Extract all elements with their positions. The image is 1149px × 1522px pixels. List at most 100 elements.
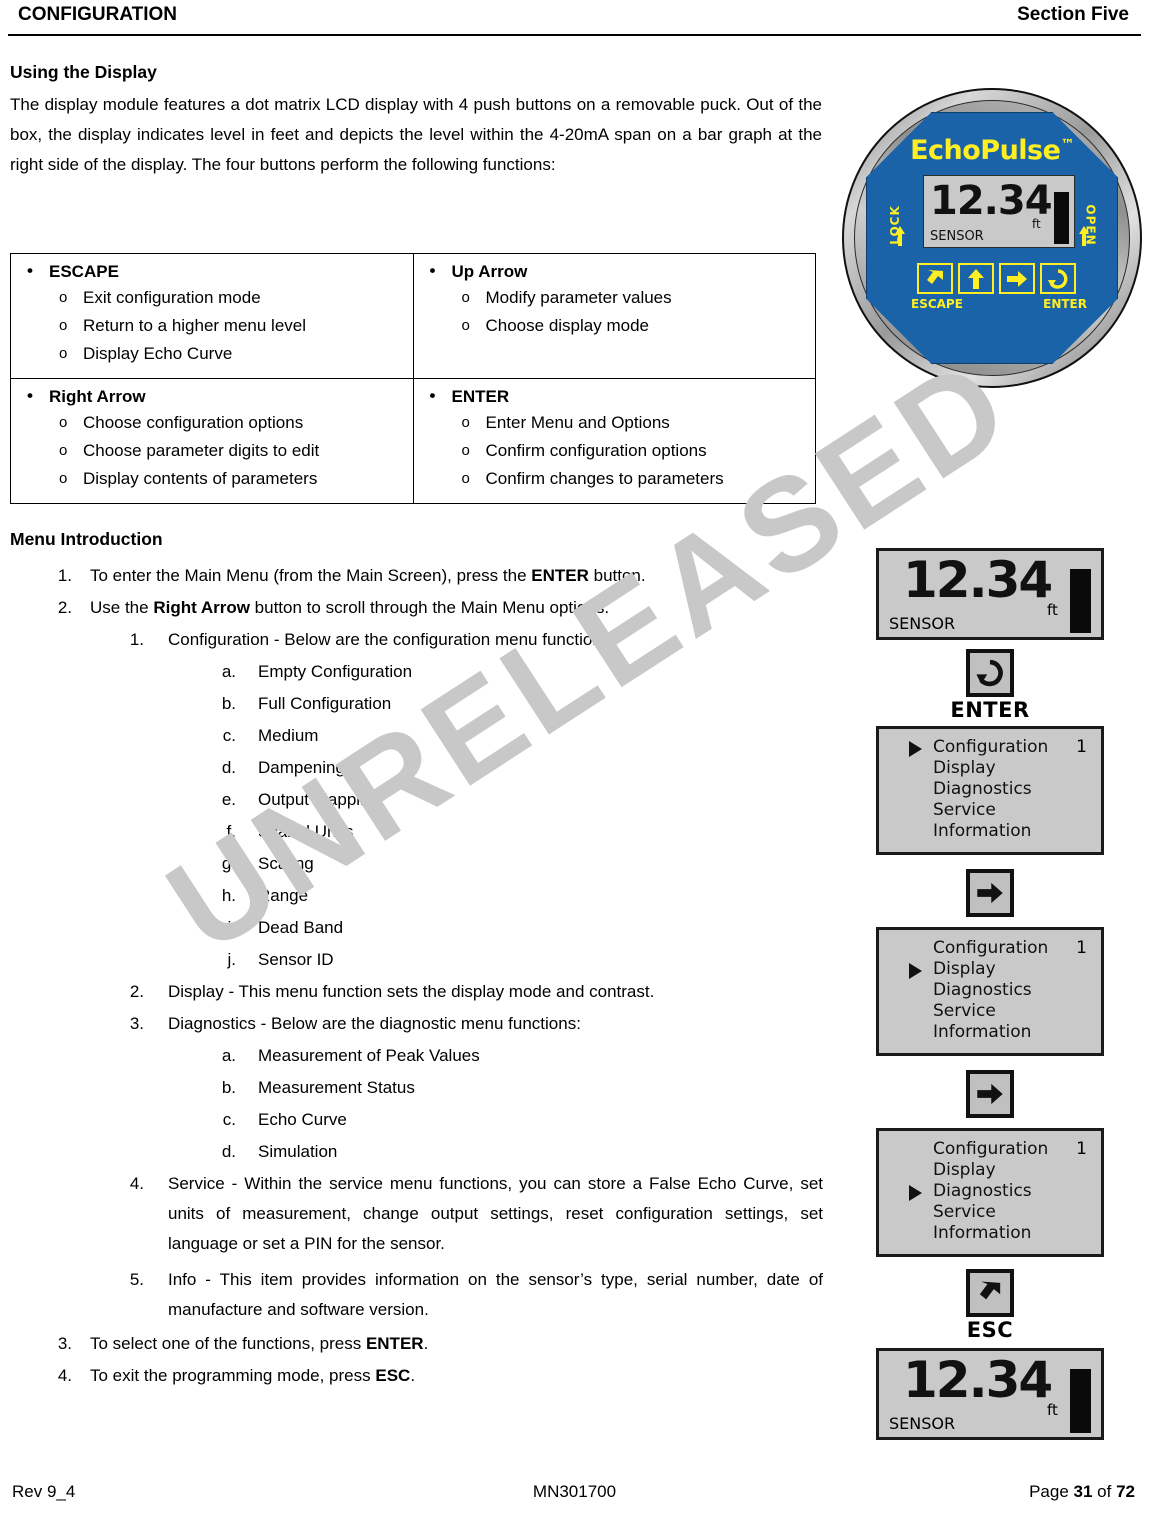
esc-button[interactable] xyxy=(966,1269,1014,1317)
key-function: Enter Menu and Options xyxy=(462,411,812,435)
menu-item[interactable]: Service xyxy=(879,800,1101,821)
menu-item-label: Display xyxy=(933,959,996,979)
list-marker: b. xyxy=(221,694,236,713)
list-text: Medium xyxy=(258,726,319,745)
enter-button[interactable] xyxy=(966,649,1014,697)
key-function: Choose display mode xyxy=(462,314,812,338)
menu-item[interactable]: Information xyxy=(879,1022,1101,1043)
list-marker: 4. xyxy=(129,1174,144,1193)
lcd-label: SENSOR xyxy=(889,1414,956,1433)
table-row: Right Arrow Choose configuration options… xyxy=(10,378,816,504)
esc-button-caption: ESC xyxy=(966,1318,1014,1342)
key-ref-esc: ESC xyxy=(375,1366,411,1385)
enter-loop-icon xyxy=(976,659,1003,687)
selection-caret-icon xyxy=(909,1185,922,1201)
list-text: . xyxy=(423,1334,429,1353)
list-marker: g. xyxy=(221,854,236,873)
key-name-up-arrow: Up Arrow xyxy=(430,261,812,282)
flow-screen-menu-2: 1 Configuration Display Diagnostics Serv… xyxy=(876,927,1104,1056)
device-brand-label: EchoPulse™ xyxy=(910,135,1074,166)
menu-item[interactable]: Display xyxy=(879,1160,1101,1181)
button-function-table: ESCAPE Exit configuration mode Return to… xyxy=(10,253,816,504)
list-item: d. Simulation xyxy=(210,1137,823,1167)
list-marker: c. xyxy=(222,1110,236,1129)
menu-item[interactable]: Diagnostics xyxy=(879,779,1101,800)
lcd-value: 12.34 xyxy=(903,1351,1053,1409)
footer-document-number: MN301700 xyxy=(532,1482,617,1501)
list-text: Measurement Status xyxy=(258,1078,415,1097)
key-function: Choose parameter digits to edit xyxy=(59,439,409,463)
list-item: a. Empty Configuration xyxy=(210,657,823,687)
list-item: i. Dead Band xyxy=(210,913,823,943)
menu-item[interactable]: Service xyxy=(879,1202,1101,1223)
list-text: Dead Band xyxy=(258,918,344,937)
list-item: 3. To select one of the functions, press… xyxy=(48,1329,823,1359)
menu-item[interactable]: Configuration xyxy=(879,938,1101,959)
menu-item[interactable]: Display xyxy=(879,959,1101,980)
menu-item-label: Information xyxy=(933,1022,1032,1042)
list-marker: d. xyxy=(221,758,236,777)
menu-item[interactable]: Diagnostics xyxy=(879,1181,1101,1202)
list-text: To exit the programming mode, press xyxy=(90,1366,376,1385)
menu-item[interactable]: Service xyxy=(879,1001,1101,1022)
list-item: h. Range xyxy=(210,881,823,911)
menu-item-label: Diagnostics xyxy=(933,980,1032,1000)
menu-item[interactable]: Diagnostics xyxy=(879,980,1101,1001)
flow-screen-main: 12.34 ft SENSOR xyxy=(876,548,1104,640)
device-up-button[interactable] xyxy=(958,263,994,294)
list-item: 1. To enter the Main Menu (from the Main… xyxy=(48,561,823,591)
lcd-bargraph xyxy=(1070,569,1091,633)
list-marker: 1. xyxy=(129,630,144,649)
menu-item[interactable]: Configuration xyxy=(879,1139,1101,1160)
key-name-escape: ESCAPE xyxy=(27,261,409,282)
menu-item-label: Information xyxy=(933,821,1032,841)
right-arrow-icon xyxy=(1007,270,1027,287)
table-cell-right-arrow: Right Arrow Choose configuration options… xyxy=(10,378,414,504)
list-text: Empty Configuration xyxy=(258,662,413,681)
menu-item-label: Display xyxy=(933,758,996,778)
list-text: Sensor ID xyxy=(258,950,334,969)
selection-caret-icon xyxy=(909,963,922,979)
list-item: d. Dampening xyxy=(210,753,823,783)
enter-button-caption: ENTER xyxy=(950,698,1030,722)
list-marker: c. xyxy=(222,726,236,745)
device-enter-button[interactable] xyxy=(1040,263,1076,294)
menu-item-label: Diagnostics xyxy=(933,1181,1032,1201)
footer-page-number: Page 31 of 72 xyxy=(1029,1482,1135,1501)
list-text: Display - This menu function sets the di… xyxy=(168,982,655,1001)
list-text: Use the xyxy=(90,598,154,617)
list-item: g. Scaling xyxy=(210,849,823,879)
list-item: 2. Display - This menu function sets the… xyxy=(120,977,823,1007)
key-function: Return to a higher menu level xyxy=(59,314,409,338)
lcd-unit: ft xyxy=(1032,217,1041,231)
list-item: b. Full Configuration xyxy=(210,689,823,719)
menu-item[interactable]: Information xyxy=(879,821,1101,842)
list-text: button. xyxy=(588,566,646,585)
selection-caret-icon xyxy=(909,741,922,757)
lcd-unit: ft xyxy=(1047,1401,1058,1419)
list-item: 4. Service - Within the service menu fun… xyxy=(120,1169,823,1259)
menu-item-label: Configuration xyxy=(933,737,1049,757)
list-marker: j. xyxy=(227,950,237,969)
lcd-bargraph xyxy=(1054,192,1069,244)
right-arrow-icon xyxy=(977,1083,1003,1105)
menu-item[interactable]: Display xyxy=(879,758,1101,779)
menu-intro-title: Menu Introduction xyxy=(10,529,163,549)
list-text: Configuration - Below are the configurat… xyxy=(168,630,615,649)
menu-item[interactable]: Information xyxy=(879,1223,1101,1244)
escape-caption: ESCAPE xyxy=(911,297,963,311)
list-text: button to scroll through the Main Menu o… xyxy=(249,598,610,617)
device-right-button[interactable] xyxy=(999,263,1035,294)
right-arrow-button[interactable] xyxy=(966,1070,1014,1118)
key-ref-enter: ENTER xyxy=(365,1334,424,1353)
list-marker: 3. xyxy=(57,1334,72,1353)
menu-item[interactable]: Configuration xyxy=(879,737,1101,758)
device-escape-button[interactable] xyxy=(917,263,953,294)
list-item: 2. Use the Right Arrow button to scroll … xyxy=(48,593,823,623)
list-text: Output Mapping xyxy=(258,790,379,809)
menu-flow-diagram: 12.34 ft SENSOR ENTER 1 Configuration Di… xyxy=(870,548,1110,1440)
right-arrow-button[interactable] xyxy=(966,869,1014,917)
flow-right-step-1 xyxy=(870,869,1110,917)
list-text: To enter the Main Menu (from the Main Sc… xyxy=(90,566,532,585)
key-function: Display Echo Curve xyxy=(59,342,409,366)
